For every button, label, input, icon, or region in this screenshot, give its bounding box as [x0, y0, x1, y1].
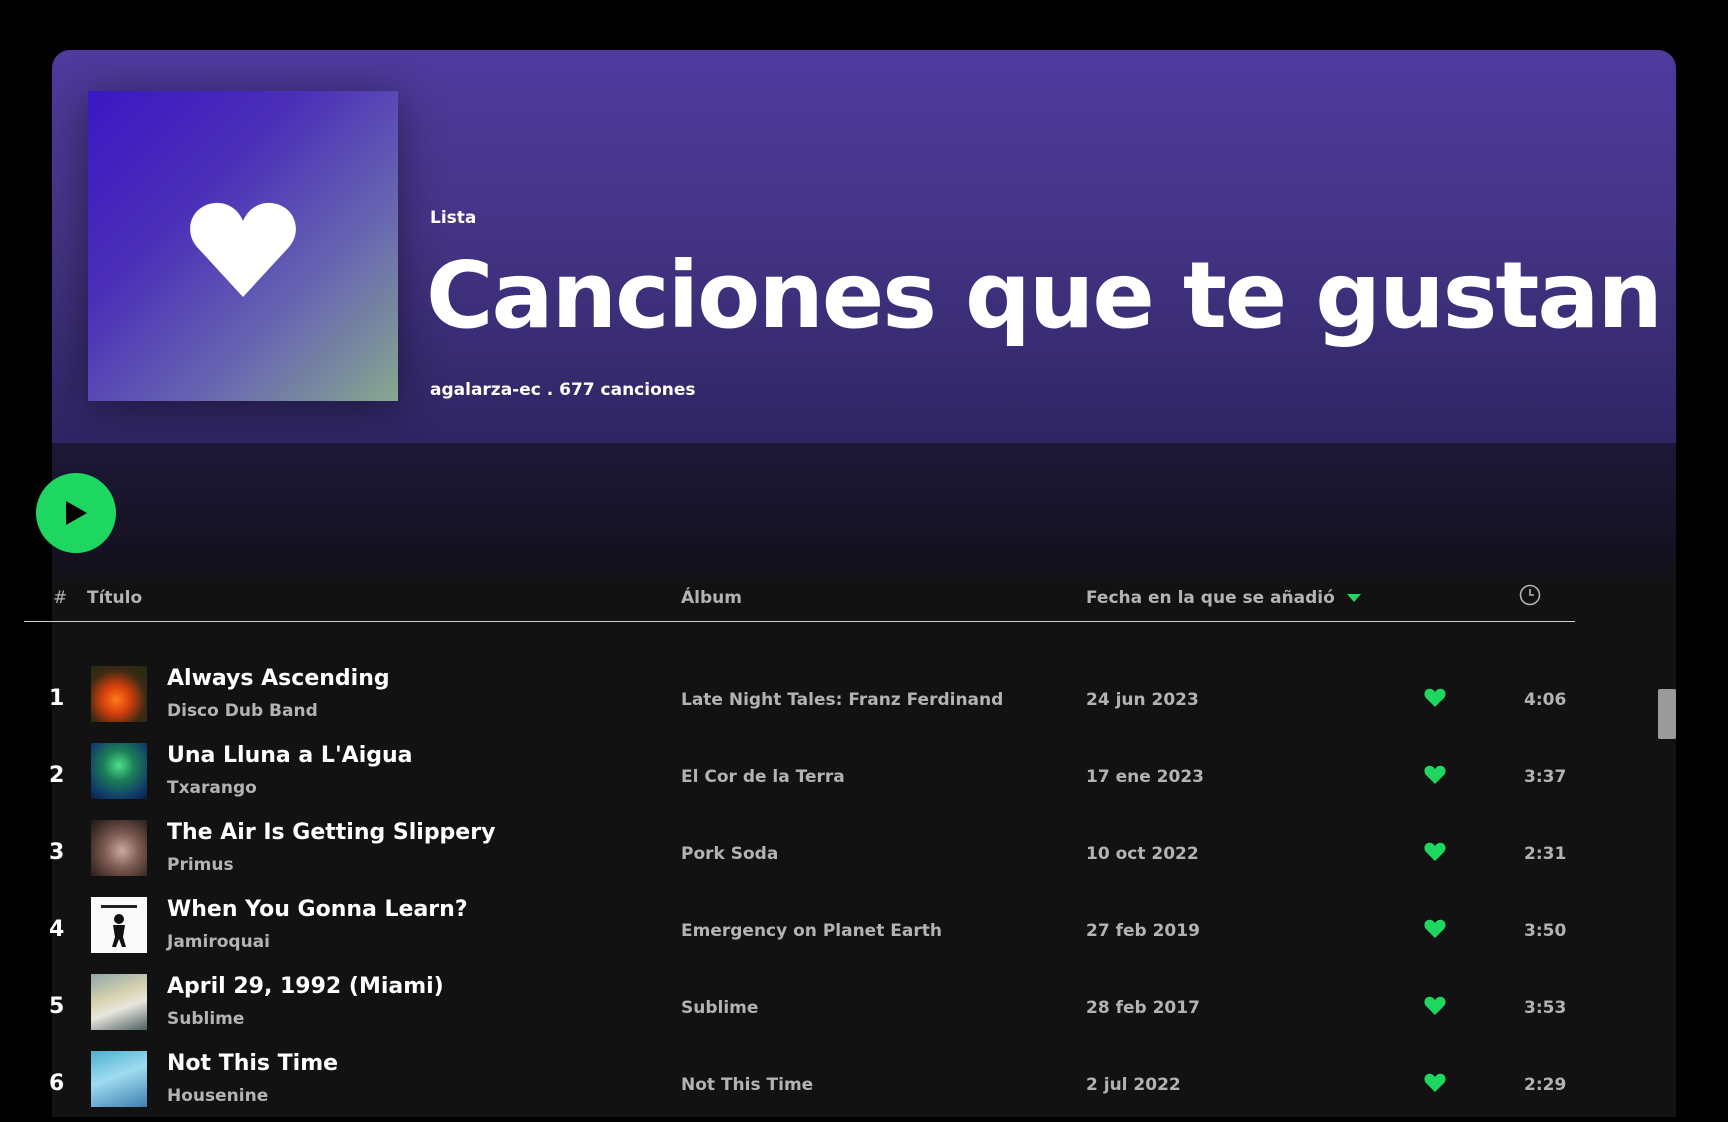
- playlist-type-label: Lista: [430, 208, 477, 228]
- track-date-added: 10 oct 2022: [1086, 844, 1199, 864]
- table-row[interactable]: 5 April 29, 1992 (Miami) Sublime Sublime…: [24, 968, 1575, 1045]
- track-duration: 2:29: [1524, 1075, 1567, 1095]
- track-artist[interactable]: Txarango: [167, 778, 257, 798]
- track-date-added: 17 ene 2023: [1086, 767, 1204, 787]
- album-art: [91, 743, 147, 799]
- album-art: [91, 820, 147, 876]
- table-row[interactable]: 3 The Air Is Getting Slippery Primus Por…: [24, 814, 1575, 891]
- track-album[interactable]: Sublime: [681, 998, 758, 1018]
- track-title[interactable]: April 29, 1992 (Miami): [167, 974, 444, 999]
- table-row[interactable]: 1 Always Ascending Disco Dub Band Late N…: [24, 660, 1575, 737]
- heart-icon: [190, 202, 296, 297]
- playlist-header: Lista Canciones que te gustan agalarza-e…: [52, 50, 1676, 443]
- jamiroquai-logo-icon: [101, 905, 137, 947]
- track-album[interactable]: Pork Soda: [681, 844, 778, 864]
- track-number: 6: [49, 1071, 65, 1096]
- track-duration: 4:06: [1524, 690, 1567, 710]
- track-title[interactable]: When You Gonna Learn?: [167, 897, 468, 922]
- track-album[interactable]: Emergency on Planet Earth: [681, 921, 942, 941]
- liked-heart-icon[interactable]: [1424, 765, 1446, 785]
- track-number: 5: [49, 994, 65, 1019]
- liked-heart-icon[interactable]: [1424, 919, 1446, 939]
- track-number: 3: [49, 840, 65, 865]
- playlist-cover: [88, 91, 398, 401]
- column-title-header[interactable]: Título: [87, 588, 142, 608]
- album-art: [91, 974, 147, 1030]
- sort-down-icon: [1346, 594, 1361, 602]
- table-row[interactable]: 4 When You Gonna Learn? Jamiroquai Emerg…: [24, 891, 1575, 968]
- liked-heart-icon[interactable]: [1424, 1073, 1446, 1093]
- track-title[interactable]: Not This Time: [167, 1051, 338, 1076]
- album-art: [91, 666, 147, 722]
- track-date-added: 2 jul 2022: [1086, 1075, 1181, 1095]
- track-artist[interactable]: Primus: [167, 855, 234, 875]
- track-date-added: 27 feb 2019: [1086, 921, 1200, 941]
- liked-heart-icon[interactable]: [1424, 842, 1446, 862]
- table-row[interactable]: 2 Una Lluna a L'Aigua Txarango El Cor de…: [24, 737, 1575, 814]
- track-duration: 2:31: [1524, 844, 1567, 864]
- track-artist[interactable]: Sublime: [167, 1009, 244, 1029]
- playlist-meta[interactable]: agalarza-ec . 677 canciones: [430, 380, 696, 400]
- track-number: 1: [49, 686, 65, 711]
- track-number: 2: [49, 763, 65, 788]
- track-artist[interactable]: Disco Dub Band: [167, 701, 318, 721]
- track-title[interactable]: The Air Is Getting Slippery: [167, 820, 495, 845]
- column-date-added-header[interactable]: Fecha en la que se añadió: [1086, 588, 1361, 608]
- play-button[interactable]: [36, 473, 116, 553]
- track-duration: 3:37: [1524, 767, 1567, 787]
- track-album[interactable]: El Cor de la Terra: [681, 767, 845, 787]
- column-number-header: #: [53, 588, 68, 608]
- track-duration: 3:50: [1524, 921, 1567, 941]
- liked-heart-icon[interactable]: [1424, 996, 1446, 1016]
- play-icon: [66, 501, 87, 525]
- clock-icon[interactable]: [1519, 584, 1541, 611]
- track-artist[interactable]: Jamiroquai: [167, 932, 270, 952]
- track-album[interactable]: Not This Time: [681, 1075, 813, 1095]
- page-title: Canciones que te gustan: [426, 242, 1663, 349]
- track-artist[interactable]: Housenine: [167, 1086, 268, 1106]
- track-title[interactable]: Always Ascending: [167, 666, 390, 691]
- column-album-header[interactable]: Álbum: [681, 588, 742, 608]
- track-list: 1 Always Ascending Disco Dub Band Late N…: [24, 660, 1575, 1122]
- album-art: [91, 897, 147, 953]
- table-header: # Título Álbum Fecha en la que se añadió: [24, 578, 1575, 622]
- column-date-added-label: Fecha en la que se añadió: [1086, 588, 1335, 608]
- scrollbar-thumb[interactable]: [1658, 689, 1676, 739]
- liked-heart-icon[interactable]: [1424, 688, 1446, 708]
- track-duration: 3:53: [1524, 998, 1567, 1018]
- track-title[interactable]: Una Lluna a L'Aigua: [167, 743, 413, 768]
- track-date-added: 24 jun 2023: [1086, 690, 1199, 710]
- track-date-added: 28 feb 2017: [1086, 998, 1200, 1018]
- track-album[interactable]: Late Night Tales: Franz Ferdinand: [681, 690, 1003, 710]
- table-row[interactable]: 6 Not This Time Housenine Not This Time …: [24, 1045, 1575, 1122]
- album-art: [91, 1051, 147, 1107]
- track-number: 4: [49, 917, 65, 942]
